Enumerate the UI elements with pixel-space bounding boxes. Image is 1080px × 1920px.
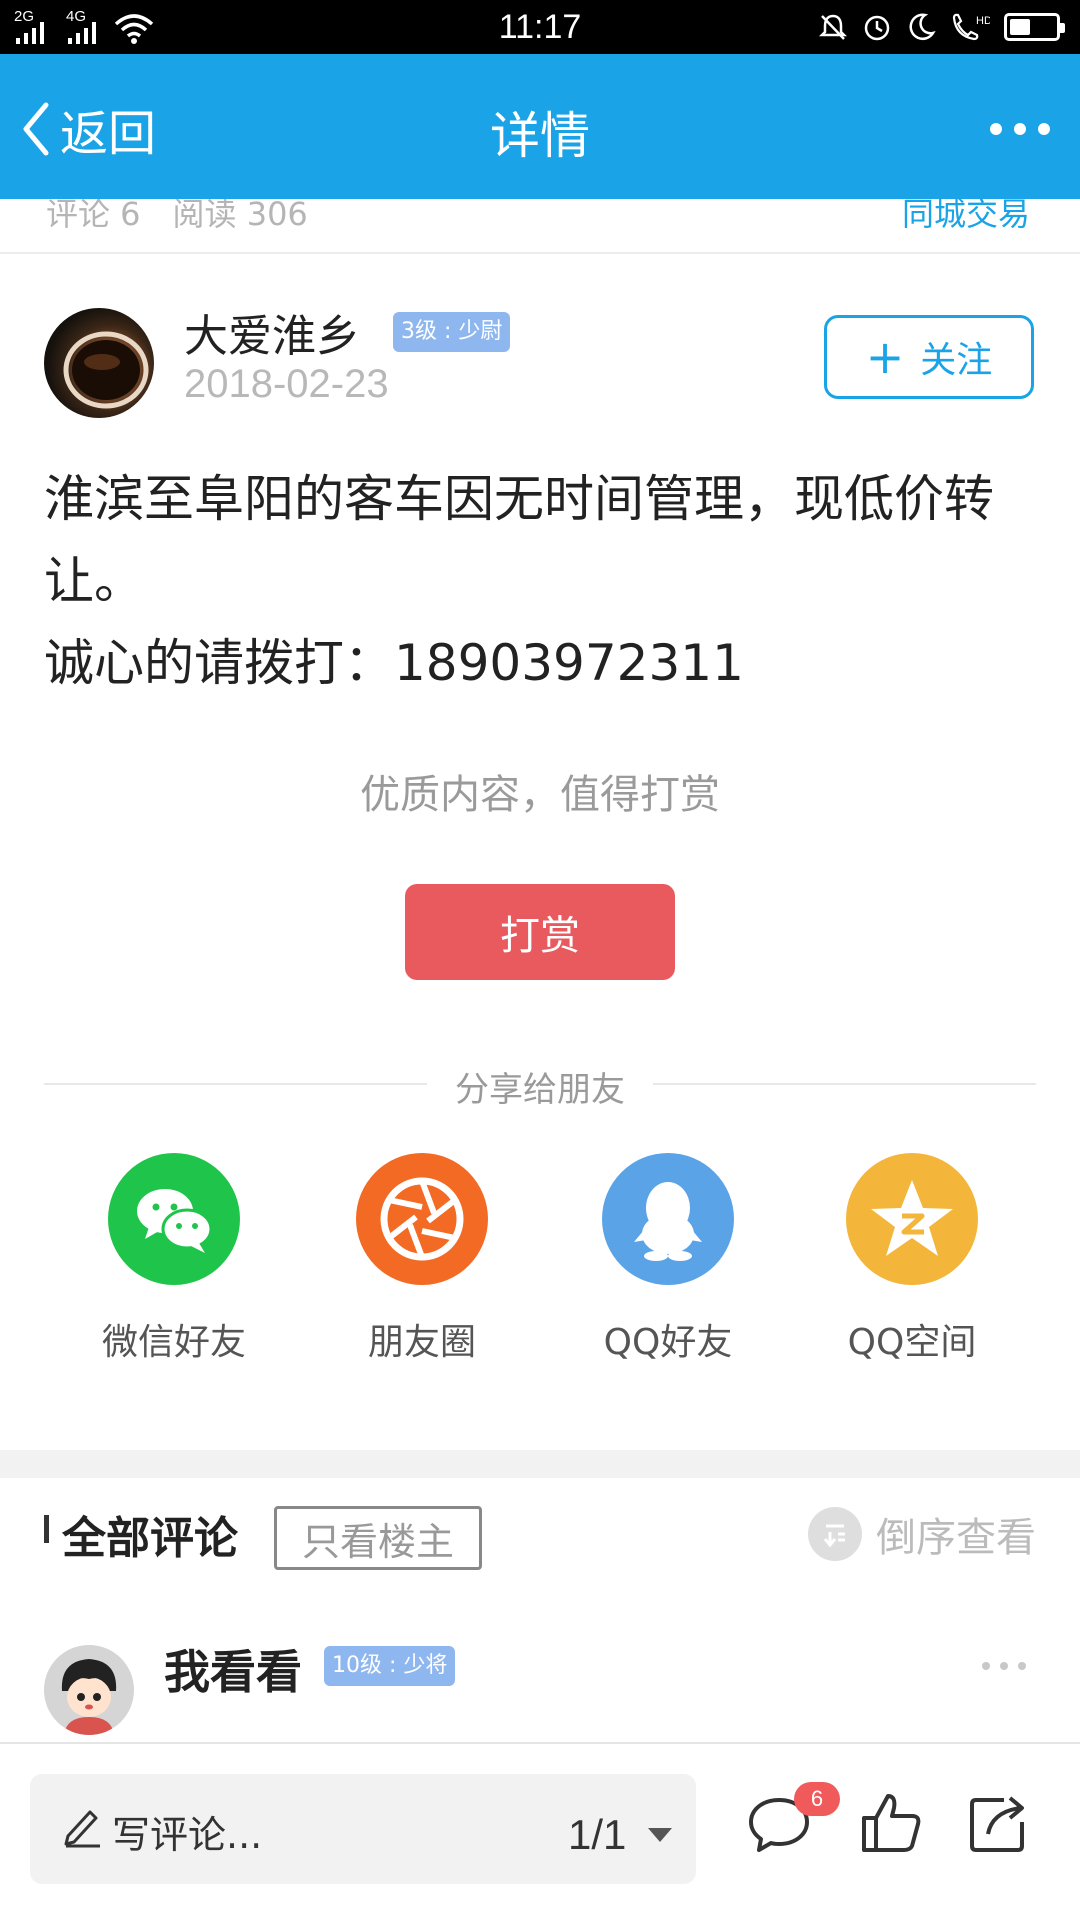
- page-selector[interactable]: 1/1: [568, 1810, 673, 1860]
- share-title: 分享给朋友: [427, 1062, 653, 1111]
- page-number: 1/1: [568, 1811, 627, 1858]
- back-label: 返回: [60, 106, 157, 162]
- share-label: 微信好友: [101, 1322, 246, 1363]
- chevron-left-icon: [23, 102, 49, 156]
- back-button[interactable]: 返回: [20, 94, 156, 164]
- reward-button[interactable]: 打赏: [405, 884, 675, 980]
- author-level-badge: 3级 : 少尉: [393, 312, 511, 352]
- follow-button[interactable]: + 关注: [824, 315, 1034, 399]
- commenter-name[interactable]: 我看看: [164, 1636, 302, 1702]
- svg-text:HD: HD: [976, 15, 990, 27]
- share-qzone[interactable]: QQ空间: [822, 1153, 1002, 1363]
- section-divider: [0, 1450, 1080, 1478]
- moon-icon: [909, 13, 936, 40]
- section-marker: [44, 1515, 49, 1543]
- comment-count-badge: 6: [794, 1782, 840, 1816]
- page-title: 详情: [490, 107, 590, 165]
- write-comment-input[interactable]: 写评论... 1/1: [30, 1774, 696, 1884]
- silent-bell-icon: [818, 14, 848, 40]
- commenter-avatar[interactable]: [44, 1645, 134, 1735]
- avatar-image: [44, 1645, 134, 1735]
- post-content: 淮滨至阜阳的客车因无时间管理，现低价转让。 诚心的请拨打：18903972311: [44, 458, 1044, 704]
- post-date: 2018-02-23: [184, 362, 389, 406]
- moments-icon: [356, 1153, 488, 1285]
- share-qq[interactable]: QQ好友: [578, 1153, 758, 1363]
- comment-more-icon[interactable]: [982, 1656, 1026, 1676]
- share-label: QQ空间: [847, 1322, 977, 1363]
- sort-reverse-button[interactable]: 倒序查看: [808, 1504, 1036, 1564]
- commenter-level-badge: 10级 : 少将: [324, 1646, 456, 1686]
- hd-call-icon: HD: [952, 13, 990, 41]
- caret-down-icon: [648, 1828, 673, 1842]
- author-avatar[interactable]: [44, 308, 154, 418]
- pen-icon: [64, 1810, 100, 1848]
- post-line: 淮滨至阜阳的客车因无时间管理，现低价转让。: [44, 470, 994, 610]
- reward-hint: 优质内容，值得打赏: [360, 772, 720, 818]
- sort-icon: [808, 1507, 862, 1561]
- alarm-icon: [864, 15, 890, 41]
- comments-title: 全部评论: [62, 1513, 238, 1564]
- share-icon[interactable]: [964, 1788, 1034, 1858]
- sort-label: 倒序查看: [876, 1515, 1036, 1561]
- comments-header: 全部评论 只看楼主 倒序查看: [0, 1478, 1080, 1598]
- nav-bar: 返回 详情: [0, 54, 1080, 199]
- status-icons: HD: [818, 10, 1065, 44]
- share-divider: 分享给朋友: [44, 1062, 1036, 1111]
- post-meta-row: 评论 6 阅读 306 同城交易: [0, 199, 1080, 254]
- post-line: 诚心的请拨打：18903972311: [44, 634, 744, 692]
- plus-icon: +: [865, 330, 905, 384]
- share-moments[interactable]: 朋友圈: [332, 1153, 512, 1363]
- wechat-icon: [108, 1153, 240, 1285]
- author-name[interactable]: 大爱淮乡: [184, 300, 360, 364]
- share-label: 朋友圈: [367, 1322, 476, 1363]
- only-op-button[interactable]: 只看楼主: [274, 1506, 482, 1570]
- post-category-link[interactable]: 同城交易: [902, 199, 1030, 235]
- write-comment-placeholder: 写评论...: [112, 1813, 263, 1857]
- battery-icon: [1004, 13, 1065, 41]
- qq-icon: [602, 1153, 734, 1285]
- bottom-bar: 写评论... 1/1 6: [0, 1742, 1080, 1920]
- more-dots-icon[interactable]: [990, 104, 1050, 154]
- share-label: QQ好友: [603, 1322, 733, 1363]
- thumbs-up-icon[interactable]: [856, 1788, 926, 1858]
- share-wechat[interactable]: 微信好友: [84, 1153, 264, 1363]
- qzone-icon: [846, 1153, 978, 1285]
- avatar-image: [63, 331, 149, 409]
- status-bar: 2G 4G 11:17 HD: [0, 0, 1080, 54]
- post-stats: 评论 6 阅读 306: [46, 199, 308, 233]
- follow-label: 关注: [920, 340, 993, 381]
